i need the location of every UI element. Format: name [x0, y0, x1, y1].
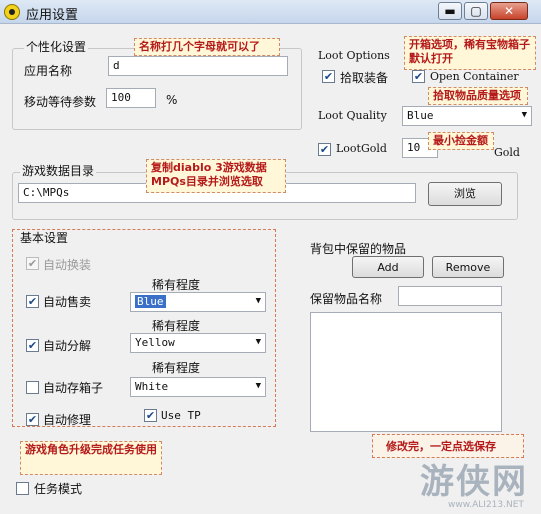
- move-wait-input[interactable]: 100: [106, 88, 156, 108]
- move-wait-label: 移动等待参数: [24, 95, 97, 109]
- keep-items-title: 背包中保留的物品: [310, 242, 407, 256]
- loot-quality-label: Loot Quality: [318, 109, 387, 122]
- salvage-rarity-select[interactable]: Yellow ▼: [130, 333, 266, 353]
- loot-options-title: Loot Options: [318, 49, 390, 62]
- app-icon: [4, 4, 20, 20]
- chevron-down-icon: ▼: [255, 296, 261, 306]
- open-container-label: Open Container: [430, 70, 519, 83]
- close-button[interactable]: ✕: [490, 2, 528, 20]
- auto-equip-checkbox[interactable]: ✔: [26, 257, 39, 270]
- stash-rarity-select[interactable]: White ▼: [130, 377, 266, 397]
- watermark-url: www.ALI213.NET: [448, 500, 524, 510]
- watermark-logo: 游侠网: [420, 462, 528, 502]
- loot-quality-value: Blue: [407, 109, 434, 122]
- gamedir-title: 游戏数据目录: [20, 162, 97, 179]
- auto-equip-label: 自动换装: [43, 258, 92, 272]
- quest-mode-checkbox[interactable]: [16, 482, 29, 495]
- stash-rarity-value: White: [135, 380, 169, 393]
- pickup-checkbox[interactable]: ✔: [322, 70, 335, 83]
- add-button[interactable]: Add: [352, 256, 424, 278]
- auto-repair-label: 自动修理: [43, 413, 92, 427]
- auto-stash-label: 自动存箱子: [43, 381, 104, 395]
- auto-salvage-checkbox[interactable]: ✔: [26, 339, 39, 352]
- save-callout: 修改完，一定点选保存: [386, 440, 496, 453]
- callout-open-container: 开箱选项，稀有宝物箱子默认打开: [404, 36, 536, 70]
- auto-sell-checkbox[interactable]: ✔: [26, 295, 39, 308]
- callout-gamedir: 复制diablo 3游戏数据MPQs目录并浏览选取: [146, 159, 286, 193]
- callout-app-name: 名称打几个字母就可以了: [134, 38, 280, 56]
- keep-name-input[interactable]: [398, 286, 502, 306]
- minimize-button[interactable]: ▬: [438, 2, 462, 20]
- stash-rarity-label: 稀有程度: [152, 361, 201, 375]
- use-tp-label: Use TP: [161, 409, 201, 422]
- app-name-label: 应用名称: [24, 64, 73, 78]
- gold-label: Gold: [494, 146, 520, 159]
- auto-stash-checkbox[interactable]: [26, 381, 39, 394]
- personalize-title: 个性化设置: [24, 38, 89, 55]
- keep-items-list[interactable]: [310, 312, 502, 432]
- keep-name-label: 保留物品名称: [310, 292, 383, 306]
- lootgold-label: LootGold: [336, 142, 387, 155]
- callout-min-gold: 最小捡金额: [428, 132, 494, 150]
- maximize-button[interactable]: ▢: [464, 2, 488, 20]
- auto-sell-label: 自动售卖: [43, 295, 92, 309]
- chevron-down-icon: ▼: [521, 110, 527, 120]
- salvage-rarity-value: Yellow: [135, 336, 175, 349]
- auto-salvage-label: 自动分解: [43, 339, 92, 353]
- loot-quality-select[interactable]: Blue ▼: [402, 106, 532, 126]
- callout-quest: 游戏角色升级完成任务使用: [20, 441, 162, 475]
- sell-rarity-label: 稀有程度: [152, 278, 201, 292]
- pickup-label: 拾取装备: [340, 71, 389, 85]
- open-container-checkbox[interactable]: ✔: [412, 70, 425, 83]
- remove-button[interactable]: Remove: [432, 256, 504, 278]
- move-wait-unit: %: [166, 93, 178, 107]
- chevron-down-icon: ▼: [255, 381, 261, 391]
- basic-settings-title: 基本设置: [20, 231, 69, 245]
- salvage-rarity-label: 稀有程度: [152, 319, 201, 333]
- callout-loot-quality: 拾取物品质量选项: [428, 87, 528, 105]
- sell-rarity-value: Blue: [135, 295, 166, 308]
- lootgold-checkbox[interactable]: ✔: [318, 143, 331, 156]
- auto-repair-checkbox[interactable]: ✔: [26, 413, 39, 426]
- browse-button[interactable]: 浏览: [428, 182, 502, 206]
- window-title: 应用设置: [26, 8, 79, 23]
- chevron-down-icon: ▼: [255, 337, 261, 347]
- quest-mode-label: 任务模式: [34, 482, 83, 496]
- app-name-input[interactable]: d: [108, 56, 288, 76]
- use-tp-checkbox[interactable]: ✔: [144, 409, 157, 422]
- sell-rarity-select[interactable]: Blue ▼: [130, 292, 266, 312]
